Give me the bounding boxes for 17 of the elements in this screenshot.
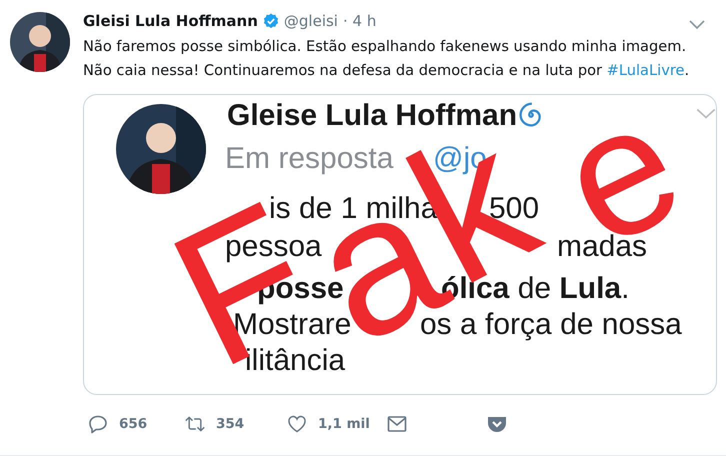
caret-icon[interactable] bbox=[689, 20, 705, 30]
tweet-time[interactable]: · 4 h bbox=[342, 12, 376, 30]
tweet-text: Não faremos posse simbólica. Estão espalhando fakenews usando minha imagem. Não caia nessa! Continuaremos na defesa da democracia e na luta por #LulaLivre. bbox=[83, 37, 690, 81]
heart-icon[interactable] bbox=[287, 414, 307, 434]
author-name: Gleise Lula Hoffman bbox=[227, 98, 518, 134]
author-name[interactable]: Gleisi Lula Hoffmann bbox=[83, 12, 258, 30]
envelope-icon[interactable] bbox=[387, 414, 407, 434]
caret-icon bbox=[696, 108, 716, 119]
pocket-icon[interactable] bbox=[487, 415, 507, 433]
retweet-icon[interactable] bbox=[185, 414, 205, 434]
user-handle: @gleisi bbox=[284, 12, 338, 30]
reply-icon[interactable] bbox=[88, 414, 108, 434]
retweet-count: 354 bbox=[216, 416, 244, 432]
reply-count: 656 bbox=[119, 416, 148, 432]
reply-label: Em resposta bbox=[225, 141, 394, 177]
like-count: 1,1 mil bbox=[318, 416, 370, 432]
spiral-icon bbox=[518, 102, 544, 128]
